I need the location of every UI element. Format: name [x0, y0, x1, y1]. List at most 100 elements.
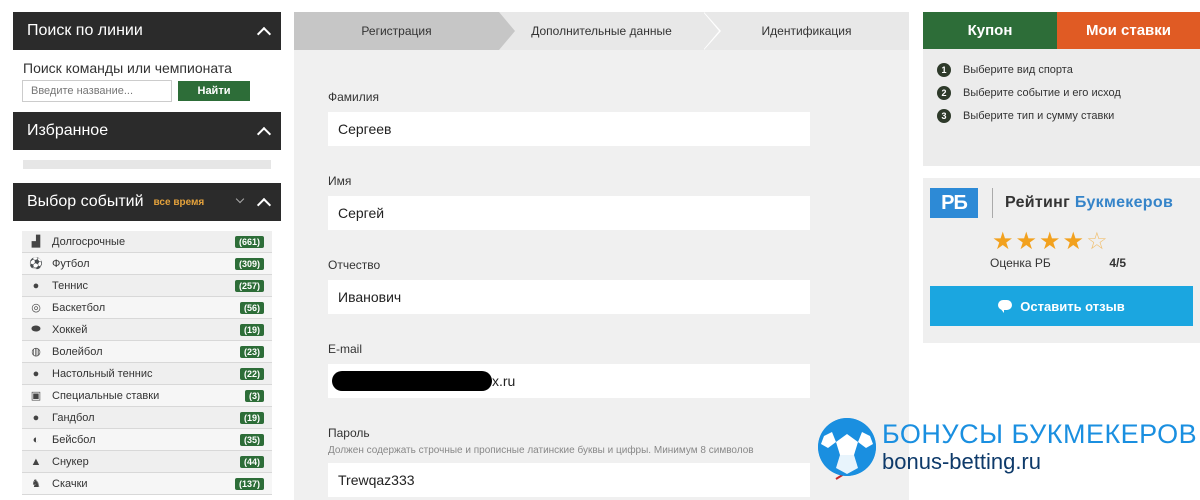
left-sidebar: Поиск по линии Поиск команды или чемпион… [13, 12, 281, 495]
leave-review-label: Оставить отзыв [1020, 298, 1125, 314]
chevron-up-icon[interactable] [257, 125, 269, 137]
leave-review-button[interactable]: Оставить отзыв [930, 286, 1193, 326]
tab-my-bets[interactable]: Мои ставки [1057, 12, 1200, 49]
line-search-row: Найти [13, 80, 281, 112]
event-count-badge: (56) [239, 301, 264, 314]
email-label: E-mail [328, 342, 363, 356]
surname-group: Фамилия Сергеев [328, 90, 909, 146]
chevron-down-icon[interactable] [237, 198, 245, 206]
score-label: Оценка РБ [990, 256, 1051, 270]
coupon-step-text: Выберите тип и сумму ставки [963, 110, 1115, 122]
event-count-badge: (137) [234, 477, 264, 490]
registration-panel: Регистрация Дополнительные данные Иденти… [294, 12, 909, 500]
time-filter-dropdown[interactable]: все время [154, 197, 205, 208]
coupon-step: 1 Выберите вид спорта [937, 63, 1200, 77]
event-category-label: Волейбол [52, 345, 103, 358]
rating-title: Рейтинг Букмекеров [1005, 194, 1173, 212]
event-category-item[interactable]: ▲ Снукер (44) [22, 451, 272, 473]
event-count-badge: (309) [234, 257, 264, 270]
event-category-item[interactable]: ● Настольный теннис (22) [22, 363, 272, 385]
soccer-ball-logo-icon [818, 418, 876, 476]
event-category-item[interactable]: ▣ Специальные ставки (3) [22, 385, 272, 407]
step-arrow-shape [499, 12, 515, 50]
step-number-badge: 2 [937, 86, 951, 100]
event-category-item[interactable]: ● Теннис (257) [22, 275, 272, 297]
email-group: E-mail x.ru [328, 342, 909, 398]
surname-label: Фамилия [328, 90, 379, 104]
event-category-item[interactable]: ▟ Долгосрочные (661) [22, 231, 272, 253]
events-list: ▟ Долгосрочные (661) ⚽ Футбол (309) ● Теннис (25… [13, 231, 281, 495]
coupon-instructions: 1 Выберите вид спорта 2 Выберите событие и … [923, 49, 1200, 166]
patronymic-label: Отчество [328, 258, 381, 272]
watermark-title: БОНУСЫ БУКМЕКЕРОВ [882, 419, 1198, 449]
event-count-badge: (23) [239, 345, 264, 358]
line-search-subtitle: Поиск команды или чемпионата [23, 60, 232, 76]
event-category-label: Гандбол [52, 411, 95, 424]
coupon-step: 3 Выберите тип и сумму ставки [937, 109, 1200, 123]
event-category-label: Хоккей [52, 323, 88, 336]
step-additional-data[interactable]: Дополнительные данные [499, 12, 721, 50]
watermark: БОНУСЫ БУКМЕКЕРОВ bonus-betting.ru [818, 418, 1197, 476]
redaction-blot [332, 371, 492, 391]
search-button[interactable]: Найти [178, 81, 250, 101]
patronymic-group: Отчество Иванович [328, 258, 909, 314]
email-suffix: x.ru [492, 373, 516, 389]
event-category-item[interactable]: ● Гандбол (19) [22, 407, 272, 429]
star-empty-icon: ☆ [1086, 228, 1108, 255]
tennis-icon: ● [32, 279, 40, 292]
step-arrow-shape [703, 12, 719, 50]
star-rating: ★ ★ ★ ★ ☆ [992, 230, 1193, 254]
volleyball-icon: ◍ [31, 346, 41, 358]
event-category-item[interactable]: ⬬ Хоккей (19) [22, 319, 272, 341]
event-category-label: Настольный теннис [52, 367, 153, 380]
handball-icon: ● [32, 411, 40, 424]
chevron-up-icon[interactable] [257, 25, 269, 37]
event-category-label: Бейсбол [52, 433, 96, 446]
tab-coupon[interactable]: Купон [923, 12, 1057, 49]
rating-title-part1: Рейтинг [1005, 194, 1075, 211]
event-count-badge: (661) [234, 235, 264, 248]
star-filled-icon: ★ [992, 228, 1014, 255]
step-identification[interactable]: Идентификация [704, 12, 909, 50]
email-field[interactable]: x.ru [328, 364, 810, 398]
favorites-header[interactable]: Избранное [13, 112, 281, 150]
special-bets-icon: ▣ [30, 390, 42, 402]
events-header[interactable]: Выбор событий все время [13, 183, 281, 221]
event-count-badge: (44) [239, 455, 264, 468]
patronymic-field[interactable]: Иванович [328, 280, 810, 314]
event-category-item[interactable]: ◎ Баскетбол (56) [22, 297, 272, 319]
rating-title-part2: Букмекеров [1074, 194, 1174, 211]
step-number-badge: 1 [937, 63, 951, 77]
favorites-title: Избранное [27, 122, 109, 139]
name-group: Имя Сергей [328, 174, 909, 230]
coupon-step-text: Выберите вид спорта [963, 64, 1073, 76]
chevron-up-icon[interactable] [257, 196, 269, 208]
event-category-label: Футбол [52, 257, 90, 270]
event-category-item[interactable]: ◐ Бейсбол (35) [22, 429, 272, 451]
event-category-label: Баскетбол [52, 301, 106, 314]
step-registration[interactable]: Регистрация [294, 12, 515, 50]
event-count-badge: (3) [245, 389, 264, 402]
password-field[interactable]: Trewqaz333 [328, 463, 810, 497]
hockey-puck-icon: ⬬ [31, 323, 41, 335]
event-category-item[interactable]: ◍ Волейбол (23) [22, 341, 272, 363]
event-count-badge: (257) [234, 279, 264, 292]
score-value: 4/5 [1109, 256, 1126, 270]
step-label: Идентификация [761, 24, 852, 38]
event-count-badge: (19) [239, 323, 264, 336]
coupon-step: 2 Выберите событие и его исход [937, 86, 1200, 100]
line-search-header[interactable]: Поиск по линии [13, 12, 281, 50]
favorites-body [13, 150, 281, 172]
surname-field[interactable]: Сергеев [328, 112, 810, 146]
registration-steps: Регистрация Дополнительные данные Иденти… [294, 12, 909, 50]
chat-bubble-icon [998, 300, 1013, 313]
event-category-item[interactable]: ⚽ Футбол (309) [22, 253, 272, 275]
search-input[interactable] [22, 80, 172, 102]
events-header-left: Выбор событий все время [27, 193, 204, 211]
coupon-step-text: Выберите событие и его исход [963, 87, 1121, 99]
bar-chart-icon: ▟ [31, 236, 41, 248]
divider [992, 188, 993, 218]
coupon-tabs: Купон Мои ставки [923, 12, 1200, 49]
event-category-item[interactable]: ♞ Скачки (137) [22, 473, 272, 495]
name-field[interactable]: Сергей [328, 196, 810, 230]
